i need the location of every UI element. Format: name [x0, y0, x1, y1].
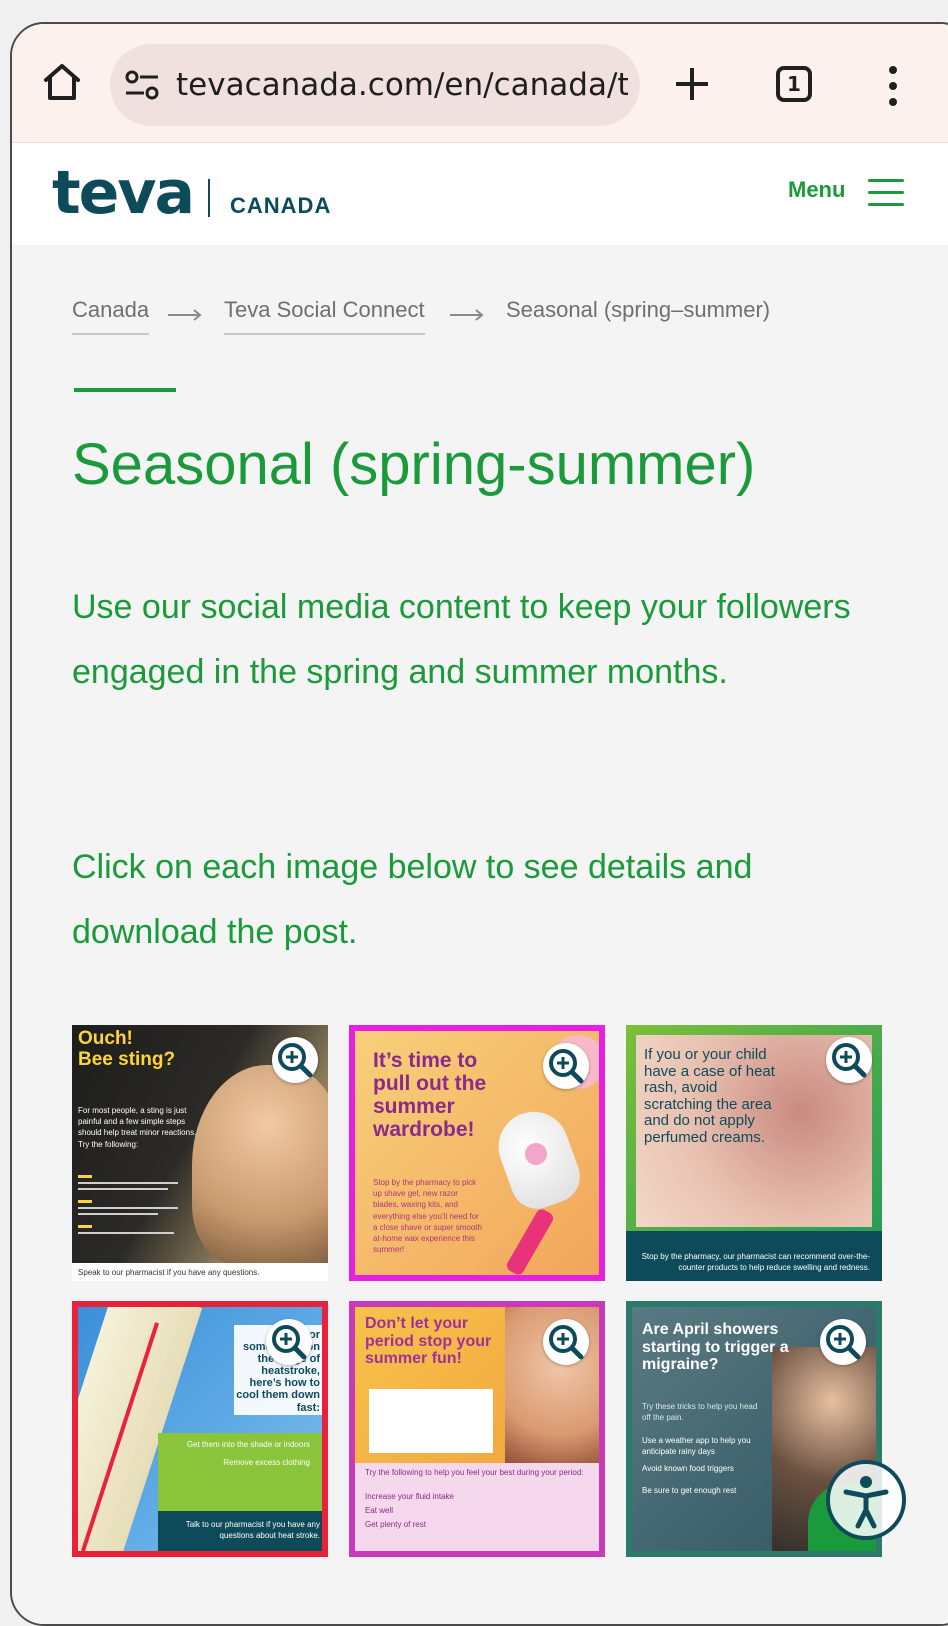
- post-tile-period[interactable]: Don’t let your period stop your summer f…: [349, 1301, 605, 1557]
- tile-bullets: [78, 1169, 188, 1243]
- breadcrumb-canada[interactable]: Canada: [72, 295, 150, 335]
- accessibility-icon[interactable]: [826, 1460, 906, 1540]
- title-accent-line: [74, 388, 176, 392]
- tile-item: Get them into the shade or indoors: [186, 1440, 310, 1449]
- browser-toolbar: tevacanada.com/en/canada/te 1: [12, 24, 948, 143]
- tile-item: Get plenty of rest: [365, 1520, 426, 1529]
- instruction-text: Click on each image below to see details…: [72, 848, 753, 951]
- tile-item: Increase your fluid intake: [365, 1492, 454, 1501]
- tile-body: For most people, a sting is just painful…: [78, 1106, 197, 1149]
- zoom-in-icon[interactable]: [272, 1037, 318, 1083]
- logo-divider: [208, 179, 210, 217]
- site-header: teva CANADA Menu: [12, 143, 948, 245]
- hamburger-icon[interactable]: [868, 179, 904, 207]
- tile-footer: Speak to our pharmacist if you have any …: [78, 1267, 260, 1277]
- tile-footer: Talk to our pharmacist if you have any q…: [185, 1520, 320, 1541]
- arrow-right-icon: [450, 309, 484, 321]
- intro-text: Use our social media content to keep you…: [72, 588, 851, 691]
- zoom-in-icon[interactable]: [266, 1319, 312, 1365]
- tile-body: Stop by the pharmacy to pick up shave ge…: [373, 1178, 482, 1255]
- logo-country: CANADA: [230, 193, 332, 218]
- more-vert-icon[interactable]: [878, 64, 908, 108]
- tile-heading: It’s time to pull out the summer wardrob…: [373, 1049, 487, 1142]
- zoom-in-icon[interactable]: [820, 1319, 866, 1365]
- tile-body: Try these tricks to help you head off th…: [642, 1402, 758, 1423]
- menu-button-label[interactable]: Menu: [788, 177, 845, 203]
- zoom-in-icon[interactable]: [826, 1037, 872, 1083]
- tile-item: Avoid known food triggers: [642, 1464, 734, 1473]
- tile-footer: Stop by the pharmacy, our pharmacist can…: [641, 1251, 870, 1272]
- zoom-in-icon[interactable]: [543, 1319, 589, 1365]
- home-icon[interactable]: [40, 60, 84, 104]
- url-text[interactable]: tevacanada.com/en/canada/te: [176, 66, 628, 104]
- post-tile-heat-rash[interactable]: If you or your child have a case of heat…: [626, 1025, 882, 1281]
- plus-icon[interactable]: [672, 64, 712, 104]
- tile-item: Be sure to get enough rest: [642, 1486, 737, 1495]
- tile-heading: Are April showers starting to trigger a …: [642, 1321, 789, 1374]
- tile-item: Use a weather app to help you anticipate…: [642, 1436, 751, 1457]
- post-tile-heatstroke[interactable]: If you or someone is on the verge of hea…: [72, 1301, 328, 1557]
- main-content: Canada Teva Social Connect Seasonal (spr…: [12, 245, 948, 1624]
- breadcrumb-current: Seasonal (spring–summer): [506, 297, 771, 322]
- post-tile-bee-sting[interactable]: Ouch! Bee sting? For most people, a stin…: [72, 1025, 328, 1281]
- tile-heading: Ouch! Bee sting?: [78, 1028, 176, 1070]
- zoom-in-icon[interactable]: [543, 1043, 589, 1089]
- arrow-right-icon: [168, 309, 202, 321]
- breadcrumb-teva-social-connect[interactable]: Teva Social Connect: [224, 295, 425, 335]
- post-tile-summer-wardrobe[interactable]: It’s time to pull out the summer wardrob…: [349, 1025, 605, 1281]
- logo-wordmark: teva: [52, 158, 195, 228]
- tab-count-icon[interactable]: 1: [776, 66, 812, 102]
- tile-item: Eat well: [365, 1506, 394, 1515]
- tile-heading: Don’t let your period stop your summer f…: [365, 1315, 492, 1368]
- calendar-graphic: [369, 1389, 493, 1453]
- teva-logo[interactable]: teva: [52, 163, 195, 223]
- browser-window: tevacanada.com/en/canada/te 1 teva CANAD…: [10, 22, 948, 1626]
- tile-item: Remove excess clothing: [223, 1458, 310, 1467]
- address-bar[interactable]: tevacanada.com/en/canada/te: [110, 44, 640, 126]
- site-settings-icon[interactable]: [124, 68, 160, 102]
- page-title: Seasonal (spring-summer): [72, 432, 756, 497]
- tile-body: Try the following to help you feel your …: [365, 1468, 584, 1477]
- tile-heading: If you or your child have a case of heat…: [644, 1046, 775, 1146]
